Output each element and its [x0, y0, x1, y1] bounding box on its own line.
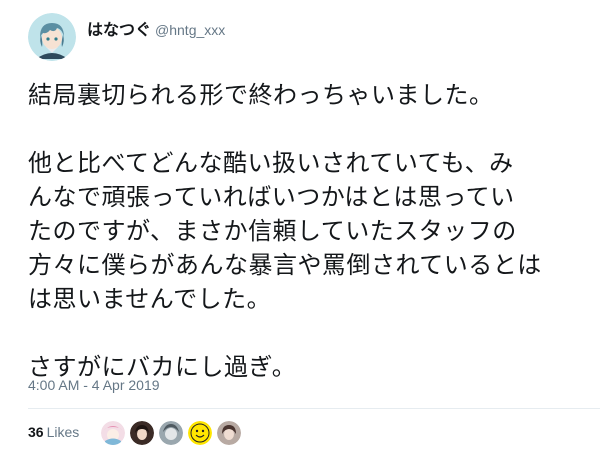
liker-avatar-image [159, 421, 183, 445]
tweet-text-line: んなで頑張っていればいつかはとは思ってい [28, 183, 515, 211]
tweet-text-line: たのですが、まさか信頼していたスタッフの [28, 217, 517, 245]
liker-avatar[interactable] [159, 421, 183, 445]
user-handle[interactable]: @hntg_xxx [155, 22, 225, 38]
liker-avatar[interactable] [101, 421, 125, 445]
display-name[interactable]: はなつぐ [87, 20, 151, 39]
tweet-text-line: は思いませんでした。 [28, 285, 272, 313]
tweet-text-line: 方々に僕らがあんな暴言や罵倒されているとは [28, 251, 542, 279]
tweet-timestamp[interactable]: 4:00 AM - 4 Apr 2019 [28, 377, 160, 393]
liker-avatar[interactable] [217, 421, 241, 445]
likes-count: 36 [28, 424, 44, 440]
likers-avatars [101, 421, 241, 445]
tweet-text-line: 結局裏切られる形で終わっちゃいました。 [28, 81, 494, 109]
liker-avatar[interactable] [130, 421, 154, 445]
avatar[interactable] [28, 13, 76, 61]
tweet-text-line: 他と比べてどんな酷い扱いされていても、み [28, 149, 514, 177]
likes-stat[interactable]: 36 Likes [28, 424, 79, 440]
avatar-image [28, 13, 76, 61]
divider [28, 408, 600, 409]
tweet-text: 結局裏切られる形で終わっちゃいました。 他と比べてどんな酷い扱いされていても、み… [28, 78, 576, 384]
liker-avatar[interactable] [188, 421, 212, 445]
tweet-card: はなつぐ @hntg_xxx 結局裏切られる形で終わっちゃいました。 他と比べてど… [0, 0, 600, 467]
user-name-row: はなつぐ @hntg_xxx [87, 16, 225, 40]
likes-label: Likes [46, 424, 80, 440]
liker-avatar-image [101, 421, 125, 445]
liker-avatar-image [130, 421, 154, 445]
liker-avatar-image [188, 421, 212, 445]
liker-avatar-image [217, 421, 241, 445]
